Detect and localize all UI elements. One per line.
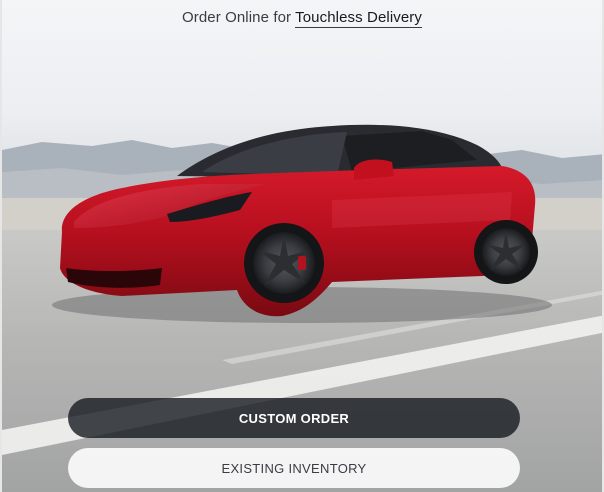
touchless-delivery-link[interactable]: Touchless Delivery — [295, 9, 422, 28]
custom-order-button[interactable]: CUSTOM ORDER — [68, 398, 520, 438]
existing-inventory-button[interactable]: EXISTING INVENTORY — [68, 448, 520, 488]
subtitle-prefix: Order Online for — [181, 9, 292, 26]
hero-section: Order Online for Touchless Delivery CUST… — [0, 0, 604, 492]
hero-subtitle: Order Online for Touchless Delivery — [2, 9, 602, 28]
